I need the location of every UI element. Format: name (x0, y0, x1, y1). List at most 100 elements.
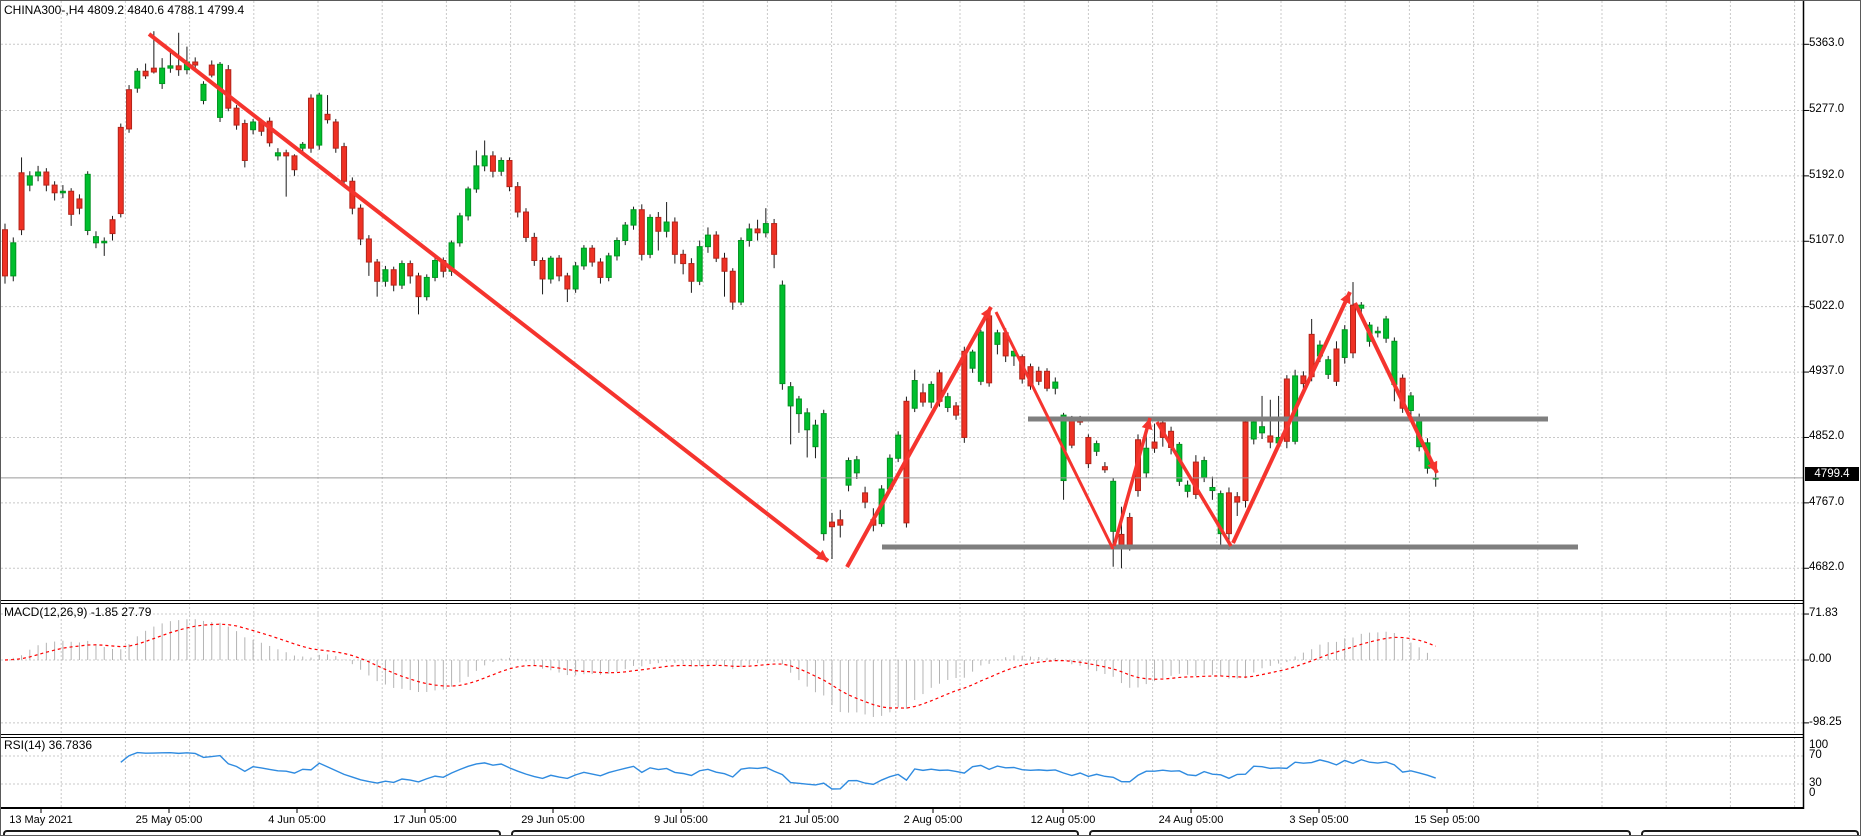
bull-candle (1210, 487, 1215, 490)
bull-candle (1260, 427, 1265, 433)
bull-candle (813, 425, 818, 447)
bull-candle (93, 237, 98, 243)
time-axis-label: 13 May 2021 (9, 814, 73, 826)
bear-candle (920, 393, 925, 402)
bear-candle (391, 270, 396, 285)
bear-candle (532, 237, 537, 260)
bear-candle (127, 90, 132, 129)
bear-candle (507, 160, 512, 186)
bull-candle (424, 277, 429, 296)
bull-candle (466, 189, 471, 216)
bear-candle (1127, 517, 1132, 546)
docked-window-titlebar[interactable] (1641, 830, 1859, 836)
bull-candle (705, 235, 710, 247)
bear-candle (44, 172, 49, 185)
bull-candle (805, 413, 810, 430)
bear-candle (209, 65, 214, 75)
bull-candle (1342, 330, 1347, 358)
bear-candle (1036, 371, 1041, 381)
bull-candle (36, 172, 41, 176)
bear-candle (524, 212, 529, 237)
bull-candle (1202, 461, 1207, 478)
bear-candle (325, 114, 330, 119)
bull-candle (581, 248, 586, 266)
price-axis-label: 4937.0 (1809, 365, 1844, 377)
bull-candle (945, 397, 950, 408)
bear-candle (110, 220, 115, 234)
bear-candle (143, 71, 148, 76)
bull-candle (739, 240, 744, 302)
bear-candle (375, 262, 380, 281)
bull-candle (1111, 481, 1116, 531)
bull-candle (1053, 382, 1058, 388)
rsi-indicator-label: RSI(14) 36.7836 (4, 738, 92, 752)
bull-candle (648, 217, 653, 254)
bull-candle (251, 122, 256, 130)
bull-candle (970, 352, 975, 368)
bull-candle (275, 153, 280, 156)
bear-candle (962, 351, 967, 437)
chart-canvas[interactable] (1, 1, 1861, 836)
bull-candle (317, 95, 322, 145)
bear-candle (366, 239, 371, 262)
bull-candle (796, 399, 801, 414)
bull-candle (697, 247, 702, 282)
symbol-ohlc-title: CHINA300-,H4 4809.2 4840.6 4788.1 4799.4 (4, 3, 244, 17)
bear-candle (234, 108, 239, 125)
indicator-axis-label: 71.83 (1809, 607, 1838, 619)
macd-layer (5, 619, 1436, 717)
indicator-axis-label: 0 (1809, 787, 1815, 799)
bear-candle (689, 264, 694, 282)
docked-window-titlebar[interactable] (3, 830, 501, 836)
bear-candle (1351, 305, 1356, 353)
docked-window-titlebar[interactable] (1089, 830, 1631, 836)
bull-candle (1144, 448, 1149, 473)
bear-candle (540, 261, 545, 279)
bull-candle (1384, 319, 1389, 338)
bear-candle (1235, 497, 1240, 502)
bear-candle (69, 191, 74, 214)
mt4-chart-window: CHINA300-,H4 4809.2 4840.6 4788.1 4799.4… (0, 0, 1861, 836)
bull-candle (1185, 485, 1190, 491)
bear-candle (193, 62, 198, 65)
bear-candle (333, 122, 338, 148)
time-axis-label: 2 Aug 05:00 (904, 814, 963, 826)
bull-candle (168, 66, 173, 68)
bear-candle (52, 185, 57, 193)
candles-layer (3, 31, 1439, 568)
bull-candle (788, 387, 793, 406)
time-axis-label: 12 Aug 05:00 (1031, 814, 1096, 826)
bear-candle (1334, 349, 1339, 381)
bear-candle (838, 520, 843, 525)
bear-candle (1119, 534, 1124, 545)
bull-candle (631, 210, 636, 225)
bull-candle (474, 166, 479, 189)
current-price-badge: 4799.4 (1805, 467, 1859, 481)
bull-candle (846, 461, 851, 486)
bear-candle (242, 124, 247, 161)
bull-candle (300, 144, 305, 148)
bear-candle (772, 224, 777, 255)
bear-candle (565, 276, 570, 289)
bear-candle (226, 70, 231, 108)
bull-candle (573, 266, 578, 289)
bear-candle (176, 66, 181, 70)
bear-candle (1226, 493, 1231, 534)
bull-candle (1094, 444, 1099, 452)
bull-candle (383, 270, 388, 282)
bear-candle (308, 98, 313, 148)
bear-candle (557, 258, 562, 276)
time-axis-label: 21 Jul 05:00 (779, 814, 839, 826)
bear-candle (1086, 437, 1091, 463)
bear-candle (863, 493, 868, 502)
bear-candle (292, 156, 297, 170)
trend-arrow (1157, 422, 1231, 546)
bull-candle (854, 460, 859, 473)
bull-candle (1375, 331, 1380, 333)
docked-window-titlebar[interactable] (511, 830, 1079, 836)
price-axis-label: 5022.0 (1809, 300, 1844, 312)
bear-candle (639, 210, 644, 255)
bear-candle (358, 208, 363, 239)
bull-candle (623, 225, 628, 240)
time-axis-label: 25 May 05:00 (136, 814, 203, 826)
